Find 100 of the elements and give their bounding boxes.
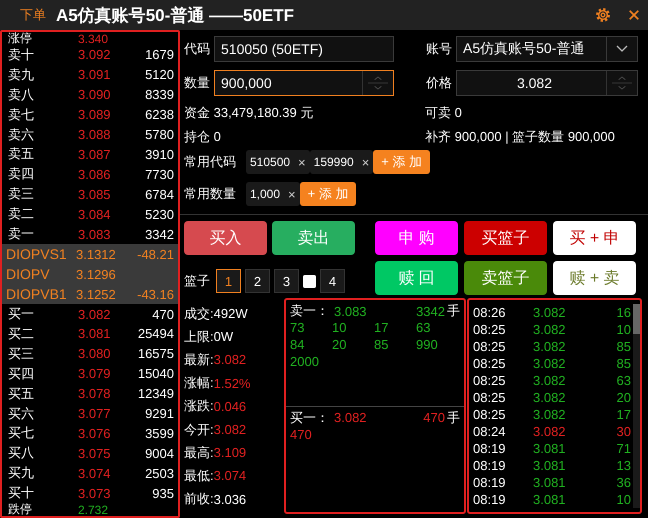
level-label: 卖七	[7, 106, 35, 124]
basket-tab[interactable]: 3	[274, 269, 299, 293]
trade-button[interactable]: 买篮子	[464, 221, 547, 255]
chip-value: 159990	[314, 155, 354, 169]
remove-button[interactable]: ×	[298, 154, 306, 170]
level-label: 买五	[7, 384, 35, 403]
level-volume: 5120	[144, 67, 174, 82]
level-price: 3.085	[78, 186, 112, 202]
level-label: 跌停	[7, 501, 33, 518]
level-label: 买四	[7, 364, 35, 383]
account-dropdown[interactable]: A5仿真账号50-普通	[456, 36, 638, 62]
iopv-value: 3.1252	[76, 286, 117, 302]
queue-order: 2000	[290, 354, 320, 371]
trade-time: 08:19	[473, 492, 507, 507]
quantity-field[interactable]: 900,000	[214, 70, 394, 96]
queue-volume: 3342	[415, 304, 445, 318]
level-price: 3.076	[78, 426, 112, 441]
close-icon[interactable]	[628, 9, 640, 21]
level-label: 买六	[7, 404, 35, 423]
queue-order: 20	[332, 337, 348, 354]
price-field[interactable]: 3.082	[456, 70, 638, 96]
level-volume: 9004	[144, 446, 174, 461]
level-volume: 3910	[144, 146, 174, 162]
chevron-down-icon[interactable]	[616, 45, 628, 53]
trade-price: 3.082	[533, 424, 567, 439]
remove-button[interactable]: ×	[362, 154, 370, 170]
trade-button[interactable]: 买 + 申	[553, 221, 636, 255]
field-label: 常用代码	[184, 153, 237, 171]
stat-value: 3.074	[214, 468, 246, 484]
level-volume: 7730	[144, 166, 174, 182]
trade-price: 3.082	[533, 356, 567, 371]
level-label: 卖三	[7, 185, 35, 204]
queue-order: 84	[290, 337, 306, 354]
order-menu[interactable]: 下单	[20, 6, 46, 24]
stat-value: 3.082	[214, 352, 246, 368]
level-label: 卖十	[7, 46, 35, 64]
quick-pick-chip[interactable]: 1,000 ×	[246, 182, 300, 206]
stat-value: 0W	[214, 329, 234, 344]
quick-pick-chip[interactable]: 510500 ×	[246, 150, 310, 174]
code-field[interactable]: 510050 (50ETF)	[214, 36, 394, 62]
iopv-diff: -48.21	[136, 246, 174, 262]
level-volume: 15040	[136, 366, 174, 382]
level-label: 卖八	[7, 86, 35, 104]
trade-volume: 30	[616, 424, 632, 439]
settings-icon[interactable]	[594, 6, 612, 24]
level-price: 3.074	[78, 466, 112, 481]
iopv-value: 3.1312	[76, 246, 117, 262]
scroll-thumb[interactable]	[633, 304, 640, 334]
chip-value: 510500	[250, 155, 290, 169]
basket-label: 篮子	[184, 272, 210, 290]
basket-tab[interactable]: 4	[320, 269, 345, 293]
trade-price: 3.081	[533, 441, 567, 456]
stat-value: 3.109	[214, 445, 246, 460]
iopv-value: 3.1296	[76, 266, 117, 282]
trade-volume: 13	[616, 458, 632, 473]
level-label: 买二	[7, 324, 35, 343]
basket-tab[interactable]: 2	[245, 269, 270, 293]
window-title: A5仿真账号50-普通 ——50ETF	[56, 4, 294, 26]
level-volume: 935	[151, 486, 174, 501]
level-label: 涨停	[7, 30, 33, 47]
level-label: 卖五	[7, 145, 35, 164]
trade-price: 3.082	[533, 373, 567, 388]
level-label: 卖二	[7, 205, 35, 224]
stat-value: 0.046	[214, 398, 246, 414]
trade-button[interactable]: 买入	[184, 221, 267, 255]
stat-value: 492W	[214, 306, 248, 322]
queue-label: 买一：	[290, 408, 330, 426]
queue-volume: 470	[422, 410, 445, 425]
stat-label: 上限:	[184, 328, 214, 346]
level-price: 3.091	[78, 67, 112, 82]
level-volume: 9291	[144, 406, 174, 422]
trade-volume: 85	[616, 356, 632, 371]
trade-price: 3.081	[533, 458, 567, 473]
level-price: 3.084	[78, 206, 112, 222]
field-label: 账号	[426, 40, 452, 58]
trade-button[interactable]: 卖篮子	[464, 261, 547, 295]
level-label: 买九	[7, 464, 35, 482]
stat-label: 最新:	[184, 350, 214, 369]
trade-volume: 36	[616, 475, 632, 490]
checkbox[interactable]	[303, 274, 316, 288]
trade-price: 3.082	[533, 322, 567, 337]
level-volume: 1679	[144, 47, 174, 62]
level-volume: 25494	[136, 326, 174, 342]
level-price: 3.340	[78, 32, 110, 46]
level-volume: 16575	[136, 346, 174, 362]
basket-tab[interactable]: 1	[216, 269, 241, 293]
level-price: 3.081	[78, 326, 112, 342]
trade-button[interactable]: 赎 + 卖	[553, 261, 636, 295]
trade-time: 08:19	[473, 458, 507, 473]
level-price: 3.090	[78, 87, 112, 102]
queue-order: 85	[374, 337, 390, 354]
iopv-diff: -43.16	[136, 286, 174, 302]
trade-time: 08:25	[473, 322, 507, 337]
quick-pick-chip[interactable]: 159990 ×	[310, 150, 374, 174]
level-price: 3.089	[78, 107, 112, 122]
trade-time: 08:19	[473, 475, 507, 490]
level-label: 卖四	[7, 165, 35, 184]
level-volume: 3342	[144, 226, 174, 242]
remove-button[interactable]: ×	[288, 186, 296, 202]
level-label: 卖一	[7, 225, 35, 244]
